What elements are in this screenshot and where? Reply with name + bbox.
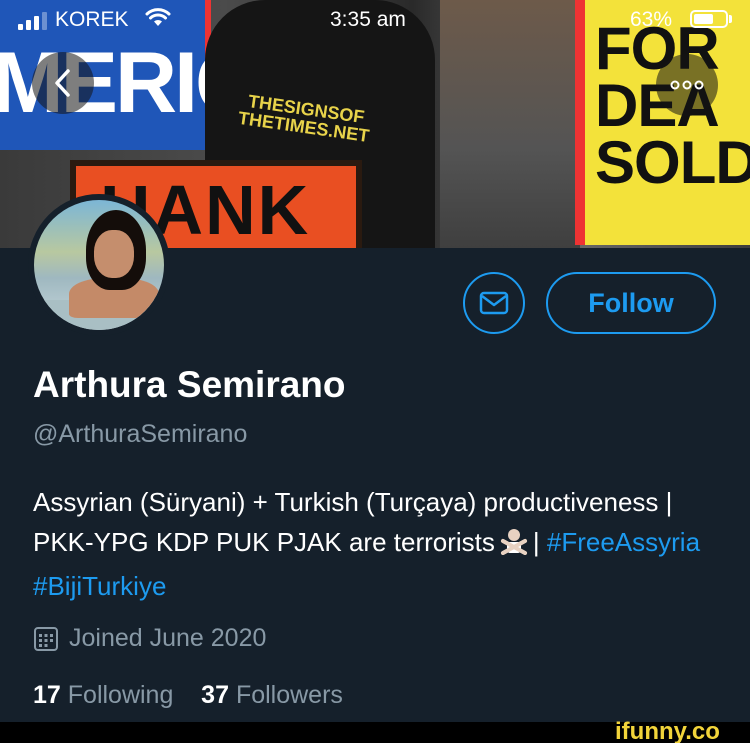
chevron-left-icon xyxy=(55,69,70,97)
battery-fill xyxy=(694,14,713,24)
followers-label: Followers xyxy=(235,681,343,709)
battery-nub xyxy=(729,15,732,23)
bio-separator: | xyxy=(532,527,540,557)
calendar-icon xyxy=(34,626,58,651)
watermark: ifunny.co xyxy=(615,718,720,743)
joined-date: Joined June 2020 xyxy=(33,624,266,653)
back-button[interactable] xyxy=(32,52,94,114)
hashtag-link[interactable]: #BijiTurkiye xyxy=(33,571,166,601)
followers-count: 37 xyxy=(201,681,229,709)
message-button[interactable] xyxy=(463,272,525,334)
avatar-face xyxy=(94,230,134,278)
profile-handle: @ArthuraSemirano xyxy=(33,420,248,448)
ellipsis-icon xyxy=(670,80,704,90)
status-time: 3:35 am xyxy=(330,8,406,31)
signal-strength-icon xyxy=(18,12,47,30)
avatar[interactable] xyxy=(28,194,170,336)
following-count: 17 xyxy=(33,681,61,709)
wifi-icon xyxy=(145,8,171,34)
more-options-button[interactable] xyxy=(656,54,718,116)
joined-text: Joined June 2020 xyxy=(69,624,267,652)
battery-percent: 63% xyxy=(630,8,673,31)
followers-link[interactable]: 37 Followers xyxy=(201,681,343,709)
envelope-icon xyxy=(479,291,509,315)
follow-stats: 17 Following 37 Followers xyxy=(33,681,343,710)
following-label: Following xyxy=(67,681,174,709)
profile-screen: MERICA THESIGNSOF THETIMES.NET HANK FOR … xyxy=(0,0,750,743)
profile-bio: Assyrian (Süryani) + Turkish (Turçaya) p… xyxy=(33,482,723,606)
battery-icon xyxy=(690,10,728,28)
status-bar: KOREK 3:35 am 63% xyxy=(0,0,750,40)
profile-display-name: Arthura Semirano xyxy=(33,364,346,405)
person-gesturing-no-emoji xyxy=(499,526,529,566)
hashtag-link[interactable]: #FreeAssyria xyxy=(547,527,700,557)
follow-button[interactable]: Follow xyxy=(546,272,716,334)
following-link[interactable]: 17 Following xyxy=(33,681,173,709)
carrier-name: KOREK xyxy=(55,8,129,31)
